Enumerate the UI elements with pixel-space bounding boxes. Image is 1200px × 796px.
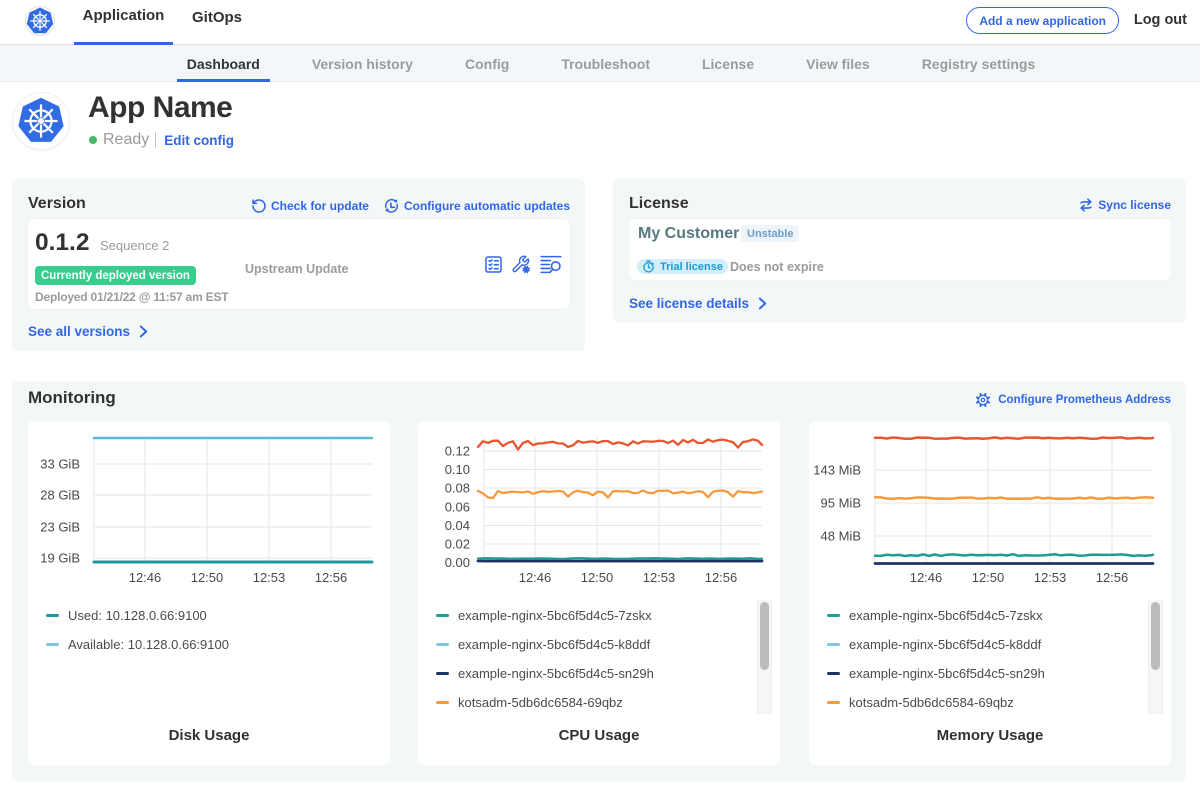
svg-text:12:46: 12:46 <box>129 570 162 585</box>
svg-text:12:53: 12:53 <box>1034 570 1067 585</box>
svg-text:95 MiB: 95 MiB <box>821 496 861 511</box>
svg-text:12:50: 12:50 <box>972 570 1005 585</box>
svg-text:33 GiB: 33 GiB <box>40 457 80 472</box>
svg-text:0.06: 0.06 <box>445 500 470 515</box>
svg-text:12:56: 12:56 <box>1096 570 1129 585</box>
svg-text:0.08: 0.08 <box>445 481 470 496</box>
svg-text:143 MiB: 143 MiB <box>813 463 861 478</box>
svg-text:0.12: 0.12 <box>445 444 470 459</box>
svg-text:48 MiB: 48 MiB <box>821 529 861 544</box>
svg-text:12:56: 12:56 <box>315 570 348 585</box>
svg-text:12:50: 12:50 <box>581 570 614 585</box>
svg-text:12:50: 12:50 <box>191 570 224 585</box>
svg-text:23 GiB: 23 GiB <box>40 520 80 535</box>
svg-text:12:56: 12:56 <box>705 570 738 585</box>
svg-text:12:53: 12:53 <box>643 570 676 585</box>
svg-text:12:46: 12:46 <box>910 570 943 585</box>
svg-text:28 GiB: 28 GiB <box>40 488 80 503</box>
svg-text:0.10: 0.10 <box>445 462 470 477</box>
svg-text:0.00: 0.00 <box>445 555 470 570</box>
svg-text:0.04: 0.04 <box>445 518 470 533</box>
svg-text:12:53: 12:53 <box>253 570 286 585</box>
svg-text:19 GiB: 19 GiB <box>40 551 80 566</box>
svg-text:0.02: 0.02 <box>445 537 470 552</box>
svg-text:12:46: 12:46 <box>519 570 552 585</box>
